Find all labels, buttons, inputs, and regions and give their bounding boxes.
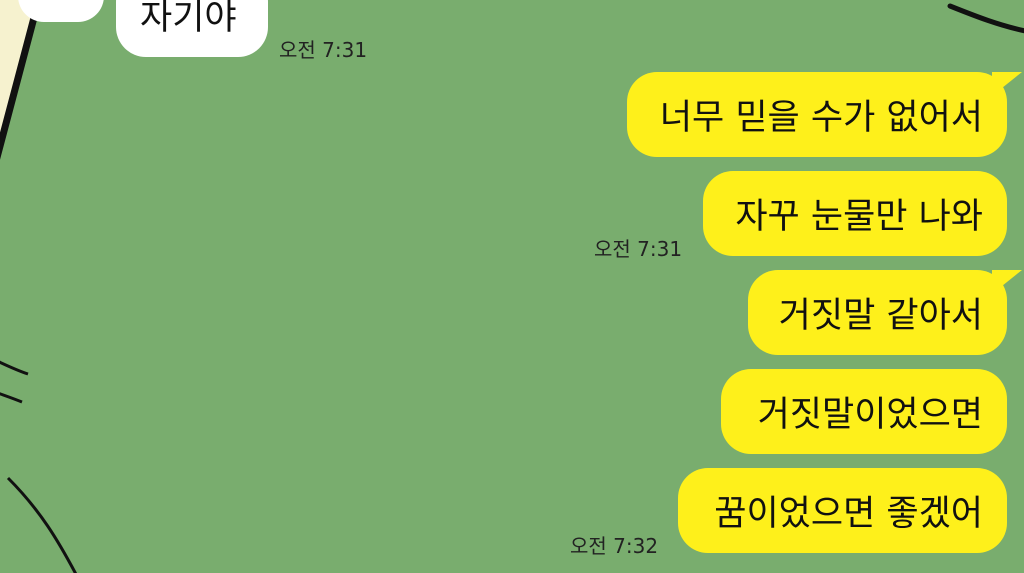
outgoing-message-text: 거짓말 같아서	[778, 296, 983, 336]
outgoing-message-text: 거짓말이었으면	[757, 395, 983, 435]
outgoing-message-bubble[interactable]: 자꾸 눈물만 나와	[703, 171, 1007, 256]
outgoing-message-bubble[interactable]: 거짓말이었으면	[721, 369, 1007, 454]
outgoing-message-text: 너무 믿을 수가 없어서	[659, 98, 983, 138]
outgoing-message-text: 꿈이었으면 좋겠어	[714, 494, 983, 534]
outgoing-message-bubble[interactable]: 거짓말 같아서	[748, 270, 1022, 355]
outgoing-message-bubble[interactable]: 꿈이었으면 좋겠어	[678, 468, 1007, 553]
incoming-message-bubble[interactable]: 자기야	[116, 0, 268, 57]
incoming-message-text: 자기야	[140, 0, 237, 38]
chat-area: 자기야 오전 7:31 너무 믿을 수가 없어서 자꾸 눈물만 나와 오전 7:…	[0, 0, 1024, 573]
outgoing-message-time: 오전 7:32	[570, 534, 659, 558]
incoming-message-time: 오전 7:31	[279, 38, 368, 62]
profile-avatar[interactable]	[18, 0, 104, 22]
outgoing-message-time: 오전 7:31	[594, 237, 683, 261]
outgoing-message-text: 자꾸 눈물만 나와	[735, 197, 983, 237]
outgoing-message-bubble[interactable]: 너무 믿을 수가 없어서	[627, 72, 1022, 157]
